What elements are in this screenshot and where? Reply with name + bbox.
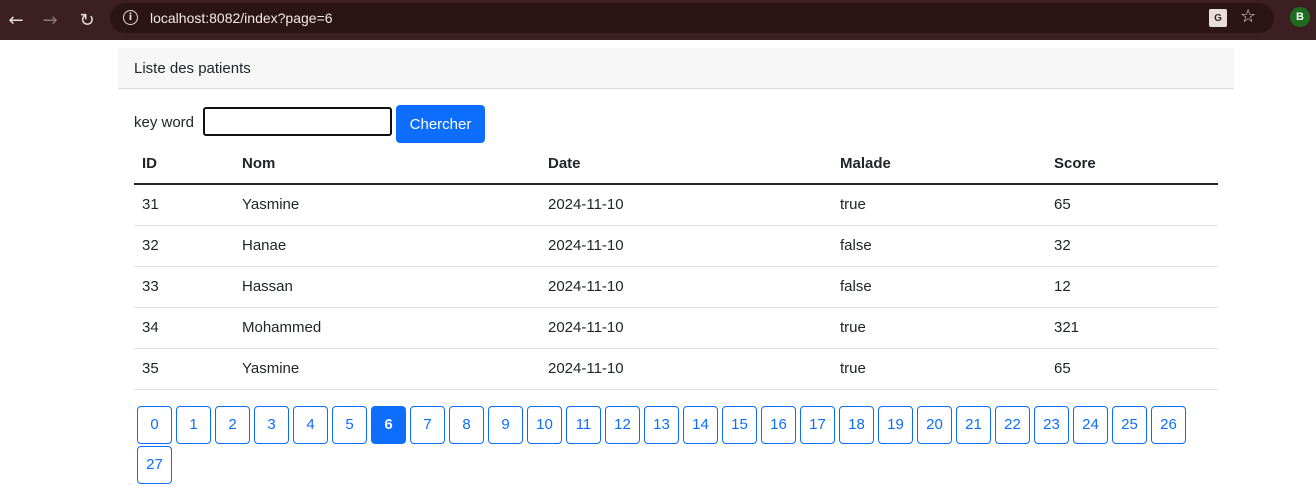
table-row: 33 Hassan 2024-11-10 false 12 <box>134 266 1218 308</box>
translate-icon[interactable]: G <box>1209 9 1227 27</box>
page-button-4[interactable]: 4 <box>293 406 328 444</box>
cell-nom: Mohammed <box>234 307 540 349</box>
page-button-18[interactable]: 18 <box>839 406 874 444</box>
back-arrow-icon[interactable]: ← <box>2 6 30 34</box>
page-button-9[interactable]: 9 <box>488 406 523 444</box>
page-button-22[interactable]: 22 <box>995 406 1030 444</box>
site-info-icon[interactable]: i <box>123 10 138 25</box>
cell-date: 2024-11-10 <box>540 184 832 226</box>
cell-malade: false <box>832 266 1046 308</box>
cell-score: 32 <box>1046 225 1218 267</box>
page-button-14[interactable]: 14 <box>683 406 718 444</box>
pagination: 0 1 2 3 4 5 6 7 8 9 10 11 12 13 14 15 16 17 18 19 20 21 22 23 24… <box>137 406 1197 486</box>
cell-malade: false <box>832 225 1046 267</box>
page-button-17[interactable]: 17 <box>800 406 835 444</box>
patients-table: ID Nom Date Malade Score 31 Yasmine 2024… <box>134 143 1218 390</box>
cell-id: 31 <box>134 184 234 226</box>
cell-nom: Hanae <box>234 225 540 267</box>
reload-icon[interactable]: ↻ <box>73 6 101 34</box>
cell-score: 321 <box>1046 307 1218 349</box>
table-header-row: ID Nom Date Malade Score <box>134 143 1218 185</box>
cell-malade: true <box>832 184 1046 226</box>
cell-id: 34 <box>134 307 234 349</box>
page-button-1[interactable]: 1 <box>176 406 211 444</box>
bookmark-star-icon[interactable]: ☆ <box>1240 6 1256 27</box>
page-button-26[interactable]: 26 <box>1151 406 1186 444</box>
cell-id: 33 <box>134 266 234 308</box>
cell-nom: Yasmine <box>234 184 540 226</box>
page-button-11[interactable]: 11 <box>566 406 601 444</box>
page-button-7[interactable]: 7 <box>410 406 445 444</box>
address-bar[interactable]: i localhost:8082/index?page=6 G ☆ <box>110 3 1274 33</box>
page-button-19[interactable]: 19 <box>878 406 913 444</box>
page-button-12[interactable]: 12 <box>605 406 640 444</box>
cell-id: 35 <box>134 348 234 390</box>
page-button-15[interactable]: 15 <box>722 406 757 444</box>
card-header-title: Liste des patients <box>118 48 1234 89</box>
search-button[interactable]: Chercher <box>396 105 485 143</box>
table-row: 35 Yasmine 2024-11-10 true 65 <box>134 348 1218 390</box>
page-button-16[interactable]: 16 <box>761 406 796 444</box>
forward-arrow-icon[interactable]: → <box>36 6 64 34</box>
profile-avatar[interactable]: B <box>1290 7 1310 27</box>
cell-date: 2024-11-10 <box>540 348 832 390</box>
cell-score: 65 <box>1046 348 1218 390</box>
cell-score: 12 <box>1046 266 1218 308</box>
page-button-3[interactable]: 3 <box>254 406 289 444</box>
header-score: Score <box>1046 143 1218 185</box>
page-button-25[interactable]: 25 <box>1112 406 1147 444</box>
cell-date: 2024-11-10 <box>540 225 832 267</box>
cell-nom: Yasmine <box>234 348 540 390</box>
cell-nom: Hassan <box>234 266 540 308</box>
browser-toolbar: ← → ↻ i localhost:8082/index?page=6 G ☆ … <box>0 0 1316 40</box>
page-button-0[interactable]: 0 <box>137 406 172 444</box>
page-button-2[interactable]: 2 <box>215 406 250 444</box>
table-row: 32 Hanae 2024-11-10 false 32 <box>134 225 1218 267</box>
keyword-label: key word <box>134 114 195 131</box>
page-button-20[interactable]: 20 <box>917 406 952 444</box>
cell-date: 2024-11-10 <box>540 307 832 349</box>
url-text[interactable]: localhost:8082/index?page=6 <box>150 9 333 27</box>
page-button-10[interactable]: 10 <box>527 406 562 444</box>
page-button-13[interactable]: 13 <box>644 406 679 444</box>
cell-id: 32 <box>134 225 234 267</box>
header-malade: Malade <box>832 143 1046 185</box>
page-button-23[interactable]: 23 <box>1034 406 1069 444</box>
page-button-27[interactable]: 27 <box>137 446 172 484</box>
page-button-5[interactable]: 5 <box>332 406 367 444</box>
page-button-6[interactable]: 6 <box>371 406 406 444</box>
cell-malade: true <box>832 348 1046 390</box>
header-date: Date <box>540 143 832 185</box>
page-button-8[interactable]: 8 <box>449 406 484 444</box>
header-nom: Nom <box>234 143 540 185</box>
table-row: 31 Yasmine 2024-11-10 true 65 <box>134 184 1218 226</box>
cell-date: 2024-11-10 <box>540 266 832 308</box>
table-row: 34 Mohammed 2024-11-10 true 321 <box>134 307 1218 349</box>
header-id: ID <box>134 143 234 185</box>
page-button-21[interactable]: 21 <box>956 406 991 444</box>
keyword-input[interactable] <box>203 107 392 136</box>
cell-score: 65 <box>1046 184 1218 226</box>
cell-malade: true <box>832 307 1046 349</box>
page-button-24[interactable]: 24 <box>1073 406 1108 444</box>
